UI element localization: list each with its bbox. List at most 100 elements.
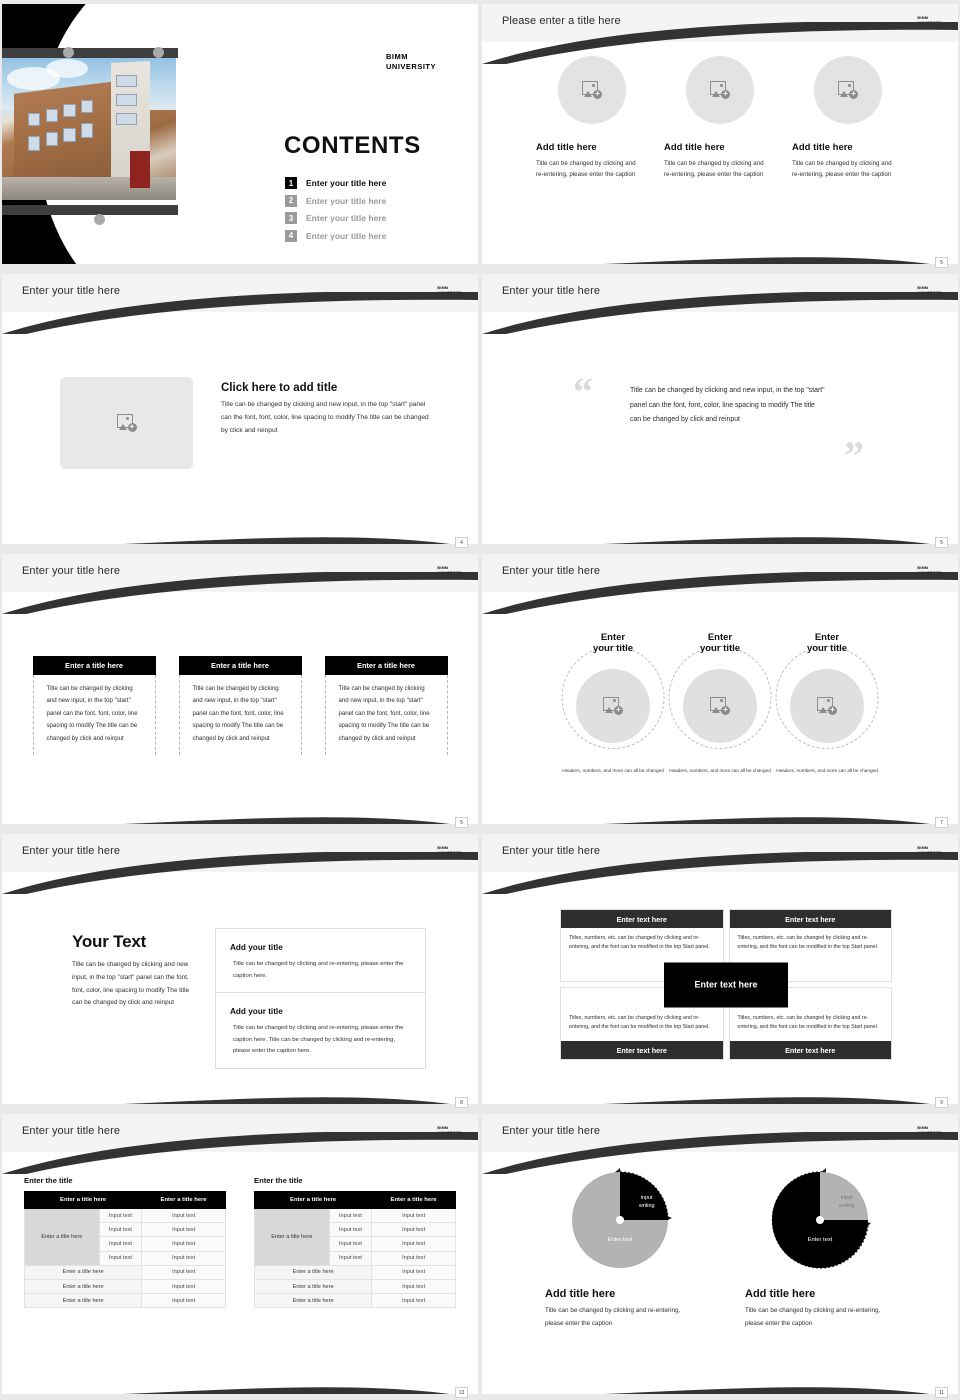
image-placeholder[interactable]: + xyxy=(790,668,864,743)
table-row: Enter a title here Input text Input text xyxy=(254,1207,456,1266)
card-title: Add title here xyxy=(792,142,853,153)
toc-item-1[interactable]: 1 Enter your title here xyxy=(285,177,465,189)
card-title-bar: Enter a title here xyxy=(32,656,156,675)
slide-cell-2[interactable]: Please enter a title here BIMM UNIVERSIT… xyxy=(480,0,960,270)
slide-dashed-circles[interactable]: Enter your title here BIMM UNIVERSITY En… xyxy=(482,554,958,824)
add-image-icon: + xyxy=(710,81,730,99)
resize-handle[interactable] xyxy=(94,214,105,225)
table-row: Enter a title here Input text xyxy=(23,1293,226,1309)
pie-body: Title can be changed by clicking and re-… xyxy=(545,1307,681,1327)
resize-handle[interactable] xyxy=(63,47,74,58)
slide-cell-9[interactable]: Enter your title here BIMM UNIVERSITY En… xyxy=(0,1110,480,1400)
quad-center-label[interactable]: Enter text here xyxy=(664,962,788,1007)
brand-logo: BIMM UNIVERSITY xyxy=(437,846,462,856)
info-box-body: Title can be changed by clicking and re-… xyxy=(233,961,404,979)
text-card[interactable]: Enter a title here Title can be changed … xyxy=(32,656,156,756)
slide-number-badge: 4 xyxy=(455,537,468,548)
table-cell: Input text xyxy=(371,1207,456,1224)
toc-item-3[interactable]: 3 Enter your title here xyxy=(285,212,465,224)
card-row: Enter a title here Title can be changed … xyxy=(2,656,478,756)
slide-header-title: Please enter a title here xyxy=(502,15,621,27)
pie-hub xyxy=(816,1216,824,1224)
table-cell: Input text xyxy=(98,1222,143,1238)
table-cell: Input text xyxy=(141,1207,226,1224)
slide-cell-6[interactable]: Enter your title here BIMM UNIVERSITY En… xyxy=(480,550,960,830)
table-block-right: Enter the title Enter a title here Enter… xyxy=(253,1176,456,1309)
pie-row: input writing Enter text Add title here … xyxy=(482,1168,958,1330)
pie-main-label: Enter text xyxy=(607,1237,633,1244)
slide-header-title: Enter your title here xyxy=(502,285,601,297)
slide-cell-7[interactable]: Enter your title here BIMM UNIVERSITY Yo… xyxy=(0,830,480,1110)
slide-number-badge: 7 xyxy=(935,817,948,828)
circle-card[interactable]: Enter your title + Headers, numbers, and… xyxy=(668,632,772,775)
table-row: Enter a title here Input text Input text xyxy=(24,1207,226,1266)
slide-number-badge: 9 xyxy=(935,1097,948,1108)
slide-your-text[interactable]: Enter your title here BIMM UNIVERSITY Yo… xyxy=(2,834,478,1104)
toc-item-4[interactable]: 4 Enter your title here xyxy=(285,229,465,242)
brand-logo: BIMM UNIVERSITY xyxy=(386,52,436,72)
table-header-cell: Enter a title here xyxy=(253,1191,373,1209)
slide-number-badge: 5 xyxy=(455,817,468,828)
slide-header-title: Enter your title here xyxy=(502,1125,601,1137)
pie-block[interactable]: input writing Enter text Add title here … xyxy=(545,1168,695,1330)
slide-cell-8[interactable]: Enter your title here BIMM UNIVERSITY En… xyxy=(480,830,960,1110)
table-cell: Enter a title here xyxy=(253,1278,373,1295)
decor-sweep-bottom xyxy=(482,794,958,824)
resize-handle[interactable] xyxy=(153,47,164,58)
brand-logo: BIMM UNIVERSITY xyxy=(917,286,942,296)
circle-card[interactable]: Enter your title + Headers, numbers, and… xyxy=(561,632,665,775)
slide-three-cards[interactable]: Enter your title here BIMM UNIVERSITY En… xyxy=(2,554,478,824)
image-placeholder[interactable]: + xyxy=(686,56,754,124)
table-of-contents: 1 Enter your title here 2 Enter your tit… xyxy=(285,177,465,247)
selection-bar-bottom xyxy=(2,205,178,215)
circle-card[interactable]: + Add title here Title can be changed by… xyxy=(792,56,904,181)
table-cell: Input text xyxy=(371,1222,456,1238)
table-cell: Enter a title here xyxy=(23,1264,143,1280)
left-text-block: Your Text Title can be changed by clicki… xyxy=(72,932,194,1010)
slide-number-badge: 5 xyxy=(935,537,948,548)
image-placeholder[interactable]: + xyxy=(814,56,882,124)
table-header-cell: Enter a title here xyxy=(23,1191,143,1209)
image-placeholder[interactable]: + xyxy=(60,377,193,469)
card-title: Add title here xyxy=(536,142,597,153)
info-box[interactable]: Add your title Title can be changed by c… xyxy=(215,928,426,994)
slide-cell-1[interactable]: BIMM UNIVERSITY CONTENTS 1 Enter your ti… xyxy=(0,0,480,270)
data-table[interactable]: Enter a title here Enter a title here En… xyxy=(23,1191,226,1309)
slide-cell-10[interactable]: Enter your title here BIMM UNIVERSITY in… xyxy=(480,1110,960,1400)
decor-sweep-bottom xyxy=(482,514,958,544)
text-block: Click here to add title Title can be cha… xyxy=(221,382,433,438)
circle-card[interactable]: + Add title here Title can be changed by… xyxy=(536,56,648,181)
text-card[interactable]: Enter a title here Title can be changed … xyxy=(324,656,448,756)
circle-card-row: Enter your title + Headers, numbers, and… xyxy=(482,632,958,775)
brand-logo: BIMM UNIVERSITY xyxy=(437,1126,462,1136)
slide-cell-4[interactable]: Enter your title here BIMM UNIVERSITY “ … xyxy=(480,270,960,550)
text-card[interactable]: Enter a title here Title can be changed … xyxy=(178,656,302,756)
data-table[interactable]: Enter a title here Enter a title here En… xyxy=(253,1191,456,1309)
slide-three-circles[interactable]: Please enter a title here BIMM UNIVERSIT… xyxy=(482,4,958,264)
card-caption: Headers, numbers, and more can all be ch… xyxy=(776,767,878,773)
info-box-title: Add your title xyxy=(230,1007,288,1016)
toc-item-2[interactable]: 2 Enter your title here xyxy=(285,194,465,207)
image-placeholder[interactable]: + xyxy=(576,668,650,743)
image-placeholder[interactable]: + xyxy=(683,668,757,743)
table-header-cell: Enter a title here xyxy=(371,1191,456,1209)
card-body: Title can be changed by clicking and new… xyxy=(324,675,448,756)
circle-card[interactable]: Enter your title + Headers, numbers, and… xyxy=(775,632,879,775)
slide-cell-3[interactable]: Enter your title here BIMM UNIVERSITY + … xyxy=(0,270,480,550)
card-title: Add title here xyxy=(664,142,725,153)
slide-image-text[interactable]: Enter your title here BIMM UNIVERSITY + … xyxy=(2,274,478,544)
slide-pies[interactable]: Enter your title here BIMM UNIVERSITY in… xyxy=(482,1114,958,1394)
decor-sweep-bottom xyxy=(482,234,958,264)
slide-tables[interactable]: Enter your title here BIMM UNIVERSITY En… xyxy=(2,1114,478,1394)
pie-block[interactable]: input writing Enter text Add title here … xyxy=(745,1168,895,1330)
slide-cover[interactable]: BIMM UNIVERSITY CONTENTS 1 Enter your ti… xyxy=(2,4,478,264)
slide-quote[interactable]: Enter your title here BIMM UNIVERSITY “ … xyxy=(482,274,958,544)
decor-sweep-bottom xyxy=(482,1364,958,1394)
slide-quad[interactable]: Enter your title here BIMM UNIVERSITY En… xyxy=(482,834,958,1104)
info-box[interactable]: Add your title Title can be changed by c… xyxy=(215,992,426,1069)
circle-card[interactable]: + Add title here Title can be changed by… xyxy=(664,56,776,181)
image-placeholder[interactable]: + xyxy=(558,56,626,124)
toc-label: Enter your title here xyxy=(306,195,387,206)
slide-cell-5[interactable]: Enter your title here BIMM UNIVERSITY En… xyxy=(0,550,480,830)
brand-logo: BIMM UNIVERSITY xyxy=(917,846,942,856)
